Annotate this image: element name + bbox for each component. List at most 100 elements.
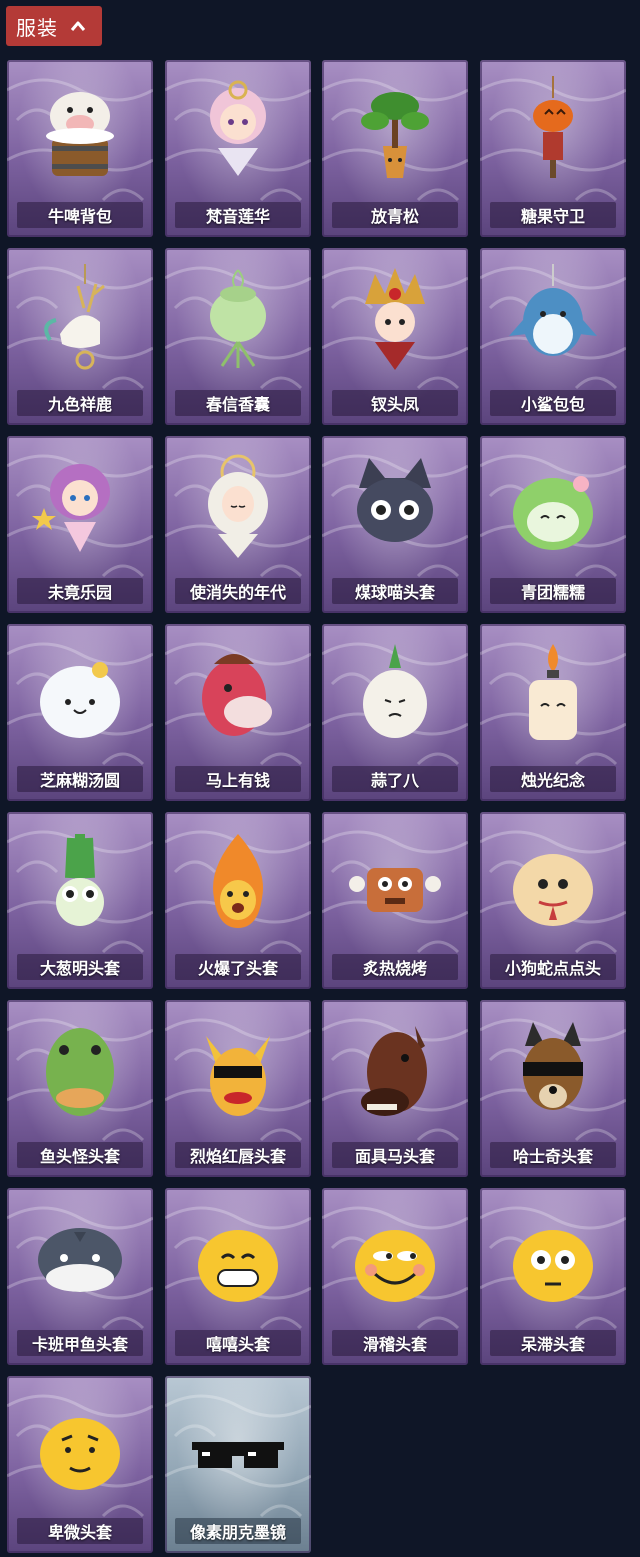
costume-item-card[interactable]: 糖果守卫 (480, 60, 626, 237)
costume-item-card[interactable]: 钗头凤 (322, 248, 468, 425)
item-label: 马上有钱 (205, 771, 270, 790)
costume-item-card[interactable]: 芝麻糊汤圆 (7, 624, 153, 801)
costume-item-card[interactable]: 火爆了头套 (165, 812, 311, 989)
costume-item-card[interactable]: 像素朋克墨镜 (165, 1376, 311, 1553)
item-label-bar: 像素朋克墨镜 (175, 1518, 301, 1544)
item-label: 滑稽头套 (362, 1335, 427, 1354)
item-label: 青团糯糯 (520, 583, 585, 602)
item-label: 像素朋克墨镜 (189, 1523, 286, 1542)
item-label-bar: 卡班甲鱼头套 (17, 1330, 143, 1356)
item-label: 钗头凤 (370, 395, 419, 414)
stare-emoji-icon (513, 1230, 593, 1302)
costume-item-card[interactable]: 青团糯糯 (480, 436, 626, 613)
item-label-bar: 大葱明头套 (17, 954, 143, 980)
yellow-sunglasses-head-icon (206, 1036, 270, 1116)
costume-item-card[interactable]: 春信香囊 (165, 248, 311, 425)
costume-item-card[interactable]: 马上有钱 (165, 624, 311, 801)
item-label: 小狗蛇点点头 (504, 959, 601, 978)
item-label-bar: 火爆了头套 (175, 954, 301, 980)
item-label: 放青松 (370, 207, 419, 226)
item-label: 嘻嘻头套 (205, 1335, 270, 1354)
item-label-bar: 烈焰红唇头套 (175, 1142, 301, 1168)
cow-beer-barrel-icon (46, 92, 114, 176)
costume-item-card[interactable]: 小狗蛇点点头 (480, 812, 626, 989)
black-cat-head-icon (357, 458, 433, 542)
item-label-bar: 滑稽头套 (332, 1330, 458, 1356)
item-label-bar: 呆滞头套 (490, 1330, 616, 1356)
costume-grid: 牛啤背包 梵音莲华 放青松 糖果守卫九色祥鹿 春信香囊 钗头凤 小鲨包包未竟乐园 使消失的年代… (0, 0, 640, 1557)
costume-item-card[interactable]: 小鲨包包 (480, 248, 626, 425)
item-label-bar: 梵音莲华 (175, 202, 301, 228)
item-label-bar: 未竟乐园 (17, 578, 143, 604)
costume-item-card[interactable]: 牛啤背包 (7, 60, 153, 237)
husky-sunglasses-icon (523, 1022, 583, 1110)
red-horse-head-icon (202, 654, 272, 736)
costume-item-card[interactable]: 未竟乐园 (7, 436, 153, 613)
item-label: 烛光纪念 (520, 771, 585, 790)
costume-item-card[interactable]: 使消失的年代 (165, 436, 311, 613)
costume-item-card[interactable]: 九色祥鹿 (7, 248, 153, 425)
humble-emoji-icon (40, 1418, 120, 1490)
fish-head-icon (46, 1028, 114, 1116)
costume-item-card[interactable]: 面具马头套 (322, 1000, 468, 1177)
item-label-bar: 使消失的年代 (175, 578, 301, 604)
costume-item-card[interactable]: 嘻嘻头套 (165, 1188, 311, 1365)
snake-head-icon (513, 854, 593, 926)
item-label-bar: 钗头凤 (332, 390, 458, 416)
costume-item-card[interactable]: 蒜了八 (322, 624, 468, 801)
costume-item-card[interactable]: 鱼头怪头套 (7, 1000, 153, 1177)
item-label: 哈士奇头套 (512, 1147, 593, 1166)
item-label: 春信香囊 (205, 395, 270, 414)
costume-item-card[interactable]: 放青松 (322, 60, 468, 237)
gray-fish-head-icon (38, 1228, 122, 1292)
costume-item-card[interactable]: 滑稽头套 (322, 1188, 468, 1365)
item-label-bar: 放青松 (332, 202, 458, 228)
item-label-bar: 哈士奇头套 (490, 1142, 616, 1168)
costume-item-card[interactable]: 卑微头套 (7, 1376, 153, 1553)
costume-item-card[interactable]: 呆滞头套 (480, 1188, 626, 1365)
item-label-bar: 鱼头怪头套 (17, 1142, 143, 1168)
item-label: 未竟乐园 (47, 583, 112, 602)
item-label: 梵音莲华 (205, 207, 270, 226)
item-label: 呆滞头套 (520, 1335, 585, 1354)
item-label: 使消失的年代 (189, 583, 286, 602)
item-label: 小鲨包包 (520, 395, 585, 414)
costume-item-card[interactable]: 炙热烧烤 (322, 812, 468, 989)
deer-ornament-icon (44, 264, 105, 370)
item-label-bar: 马上有钱 (175, 766, 301, 792)
garlic-icon (363, 644, 427, 738)
costume-item-card[interactable]: 大葱明头套 (7, 812, 153, 989)
grin-emoji-icon (198, 1230, 278, 1302)
meat-bone-icon (349, 868, 441, 912)
costume-item-card[interactable]: 烈焰红唇头套 (165, 1000, 311, 1177)
item-label: 卡班甲鱼头套 (31, 1335, 128, 1354)
item-label: 卑微头套 (47, 1523, 112, 1542)
item-label-bar: 牛啤背包 (17, 202, 143, 228)
candle-icon (529, 644, 577, 740)
pixel-sunglasses-icon (192, 1442, 284, 1468)
item-label-bar: 春信香囊 (175, 390, 301, 416)
pink-hair-girl-icon (210, 80, 266, 176)
item-label: 鱼头怪头套 (39, 1147, 120, 1166)
green-sachet-icon (210, 269, 266, 368)
fire-head-icon (213, 834, 263, 928)
pine-bonsai-icon (361, 92, 429, 178)
green-dumpling-icon (513, 476, 593, 550)
costume-item-card[interactable]: 梵音莲华 (165, 60, 311, 237)
costume-item-card[interactable]: 卡班甲鱼头套 (7, 1188, 153, 1365)
item-label-bar: 炙热烧烤 (332, 954, 458, 980)
pumpkin-scarecrow-icon (533, 76, 573, 178)
costume-item-card[interactable]: 煤球喵头套 (322, 436, 468, 613)
veiled-girl-icon (208, 454, 268, 558)
item-label-bar: 芝麻糊汤圆 (17, 766, 143, 792)
item-label-bar: 烛光纪念 (490, 766, 616, 792)
item-label: 炙热烧烤 (362, 959, 427, 978)
item-label-bar: 糖果守卫 (490, 202, 616, 228)
item-label-bar: 面具马头套 (332, 1142, 458, 1168)
horse-mask-icon (361, 1026, 427, 1116)
costume-item-card[interactable]: 烛光纪念 (480, 624, 626, 801)
smirk-emoji-icon (355, 1230, 435, 1302)
star-girl-icon (32, 464, 110, 552)
costume-item-card[interactable]: 哈士奇头套 (480, 1000, 626, 1177)
item-label: 面具马头套 (354, 1147, 435, 1166)
